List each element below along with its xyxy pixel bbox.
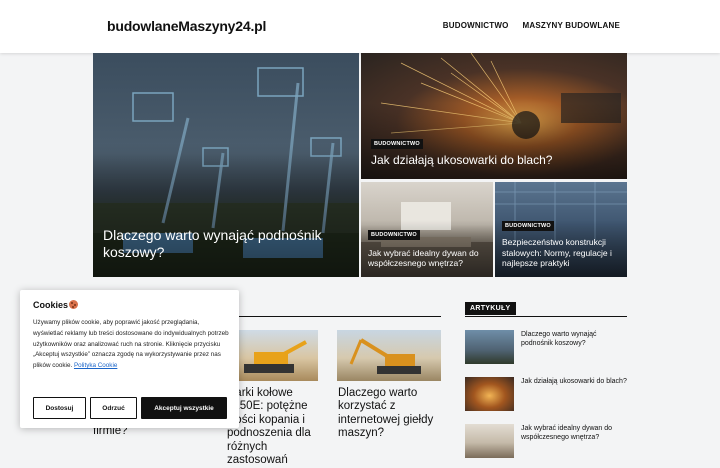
post-thumbnail[interactable] [337, 330, 441, 381]
cookie-icon [69, 300, 78, 309]
featured-post-title[interactable]: Jak działają ukosowarki do blach? [371, 153, 552, 167]
post-title[interactable]: Dlaczego warto korzystać z internetowej … [338, 387, 442, 441]
category-badge[interactable]: BUDOWNICTWO [368, 230, 420, 240]
sidebar-article[interactable]: Dlaczego warto wynająć podnośnik koszowy… [465, 330, 630, 366]
featured-post-2[interactable]: BUDOWNICTWO Jak działają ukosowarki do b… [361, 53, 627, 179]
category-badge[interactable]: BUDOWNICTWO [502, 221, 554, 231]
category-badge[interactable]: BUDOWNICTWO [371, 139, 423, 149]
cookie-message: Używamy plików cookie, aby poprawić jako… [33, 318, 229, 372]
cookie-banner: Cookies Używamy plików cookie, aby popra… [20, 290, 239, 428]
section-divider [214, 316, 441, 317]
nav-budownictwo[interactable]: BUDOWNICTWO [443, 21, 509, 30]
article-thumbnail[interactable] [465, 424, 514, 458]
article-thumbnail[interactable] [465, 330, 514, 364]
featured-post-title[interactable]: Dlaczego warto wynająć podnośnik koszowy… [103, 227, 343, 261]
site-header: budowlaneMaszyny24.pl BUDOWNICTWO MASZYN… [0, 0, 720, 53]
sidebar-heading: ARTYKUŁY [465, 302, 516, 315]
customize-button[interactable]: Dostosuj [33, 397, 86, 419]
featured-post-title[interactable]: Jak wybrać idealny dywan do współczesneg… [368, 248, 488, 268]
article-title[interactable]: Jak wybrać idealny dywan do współczesneg… [521, 424, 627, 443]
cookie-text: Używamy plików cookie, aby poprawić jako… [33, 319, 229, 370]
sidebar-article[interactable]: Jak wybrać idealny dywan do współczesneg… [465, 424, 630, 460]
excavator-image [349, 338, 421, 374]
featured-post-title[interactable]: Bezpieczeństwo konstrukcji stalowych: No… [502, 237, 624, 268]
article-title[interactable]: Jak działają ukosowarki do blach? [521, 377, 627, 386]
sidebar-divider [465, 316, 627, 317]
featured-post-3[interactable]: BUDOWNICTWO Jak wybrać idealny dywan do … [361, 182, 493, 277]
sidebar-article[interactable]: Jak działają ukosowarki do blach? [465, 377, 630, 413]
post-title[interactable]: warki kołowe L150E: potężne wości kopani… [227, 387, 323, 468]
main-nav: BUDOWNICTWO MASZYNY BUDOWLANE [443, 21, 620, 30]
reject-button[interactable]: Odrzuć [90, 397, 137, 419]
site-logo[interactable]: budowlaneMaszyny24.pl [107, 18, 266, 34]
accept-all-button[interactable]: Akceptuj wszystkie [141, 397, 227, 419]
article-title[interactable]: Dlaczego warto wynająć podnośnik koszowy… [521, 330, 627, 349]
cookie-title: Cookies [33, 300, 69, 310]
cookie-policy-link[interactable]: Polityka Cookie [74, 362, 117, 369]
featured-post-1[interactable]: Dlaczego warto wynająć podnośnik koszowy… [93, 53, 359, 277]
nav-maszyny-budowlane[interactable]: MASZYNY BUDOWLANE [523, 21, 620, 30]
featured-post-4[interactable]: BUDOWNICTWO Bezpieczeństwo konstrukcji s… [495, 182, 627, 277]
article-thumbnail[interactable] [465, 377, 514, 411]
